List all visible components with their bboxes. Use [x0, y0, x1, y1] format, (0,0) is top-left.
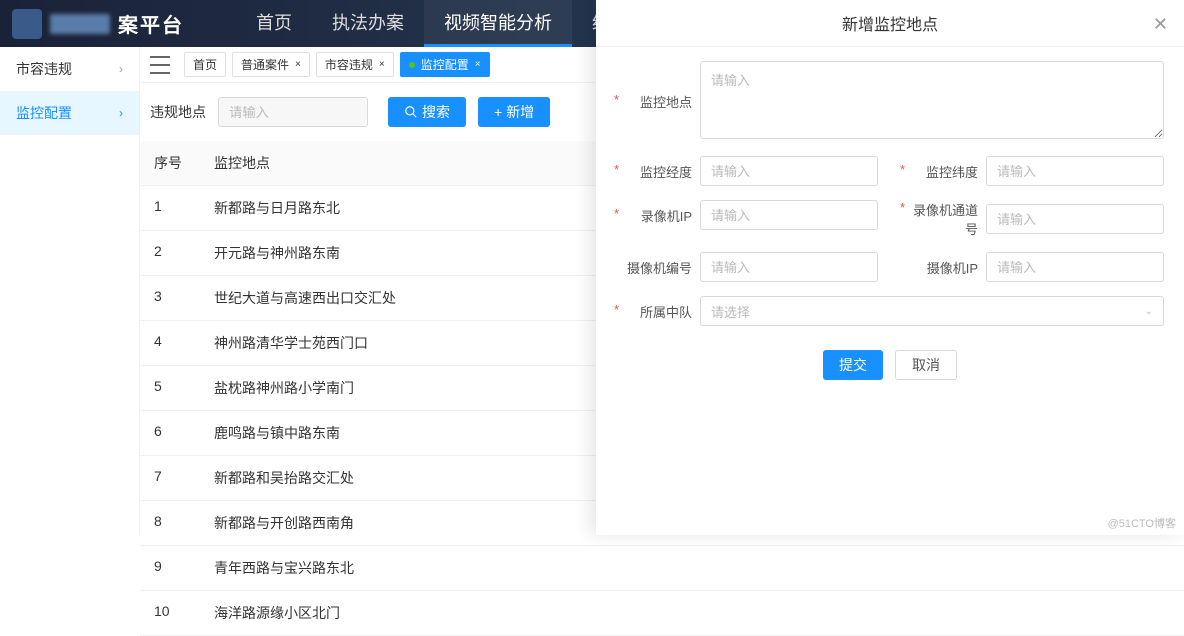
close-icon[interactable]: ✕	[1153, 14, 1168, 35]
modal-header: 新增监控地点 ✕	[596, 0, 1184, 47]
submit-button[interactable]: 提交	[823, 350, 883, 380]
modal-title: 新增监控地点	[842, 11, 938, 35]
add-monitor-modal: 新增监控地点 ✕ 监控地点 监控经度 监控纬度 录像机IP	[596, 0, 1184, 535]
input-recorder-channel[interactable]	[986, 204, 1164, 234]
label-camera-ip: 摄像机IP	[902, 258, 986, 277]
label-team: 所属中队	[616, 302, 700, 321]
input-location[interactable]	[700, 61, 1164, 139]
label-lat: 监控纬度	[902, 162, 986, 181]
watermark: @51CTO博客	[1108, 515, 1176, 531]
modal-footer: 提交 取消	[616, 350, 1164, 380]
table-row[interactable]: 9青年西路与宝兴路东北	[140, 546, 1184, 591]
input-camera-ip[interactable]	[986, 252, 1164, 282]
label-lng: 监控经度	[616, 162, 700, 181]
chevron-down-icon: ⌄	[1145, 306, 1153, 317]
cell-location: 青年西路与宝兴路东北	[200, 546, 1184, 590]
label-location: 监控地点	[616, 92, 700, 111]
input-lat[interactable]	[986, 156, 1164, 186]
table-row[interactable]: 10海洋路源缘小区北门	[140, 591, 1184, 636]
modal-body: 监控地点 监控经度 监控纬度 录像机IP 录像机通道号	[596, 47, 1184, 394]
input-camera-no[interactable]	[700, 252, 878, 282]
cell-seq: 10	[140, 591, 200, 635]
cell-seq: 9	[140, 546, 200, 590]
label-recorder-ip: 录像机IP	[616, 206, 700, 225]
input-recorder-ip[interactable]	[700, 200, 878, 230]
cancel-button[interactable]: 取消	[895, 350, 957, 380]
cell-location: 海洋路源缘小区北门	[200, 591, 1184, 635]
select-team[interactable]: 请选择 ⌄	[700, 296, 1164, 326]
label-recorder-channel: 录像机通道号	[902, 200, 986, 238]
input-lng[interactable]	[700, 156, 878, 186]
label-camera-no: 摄像机编号	[616, 258, 700, 277]
